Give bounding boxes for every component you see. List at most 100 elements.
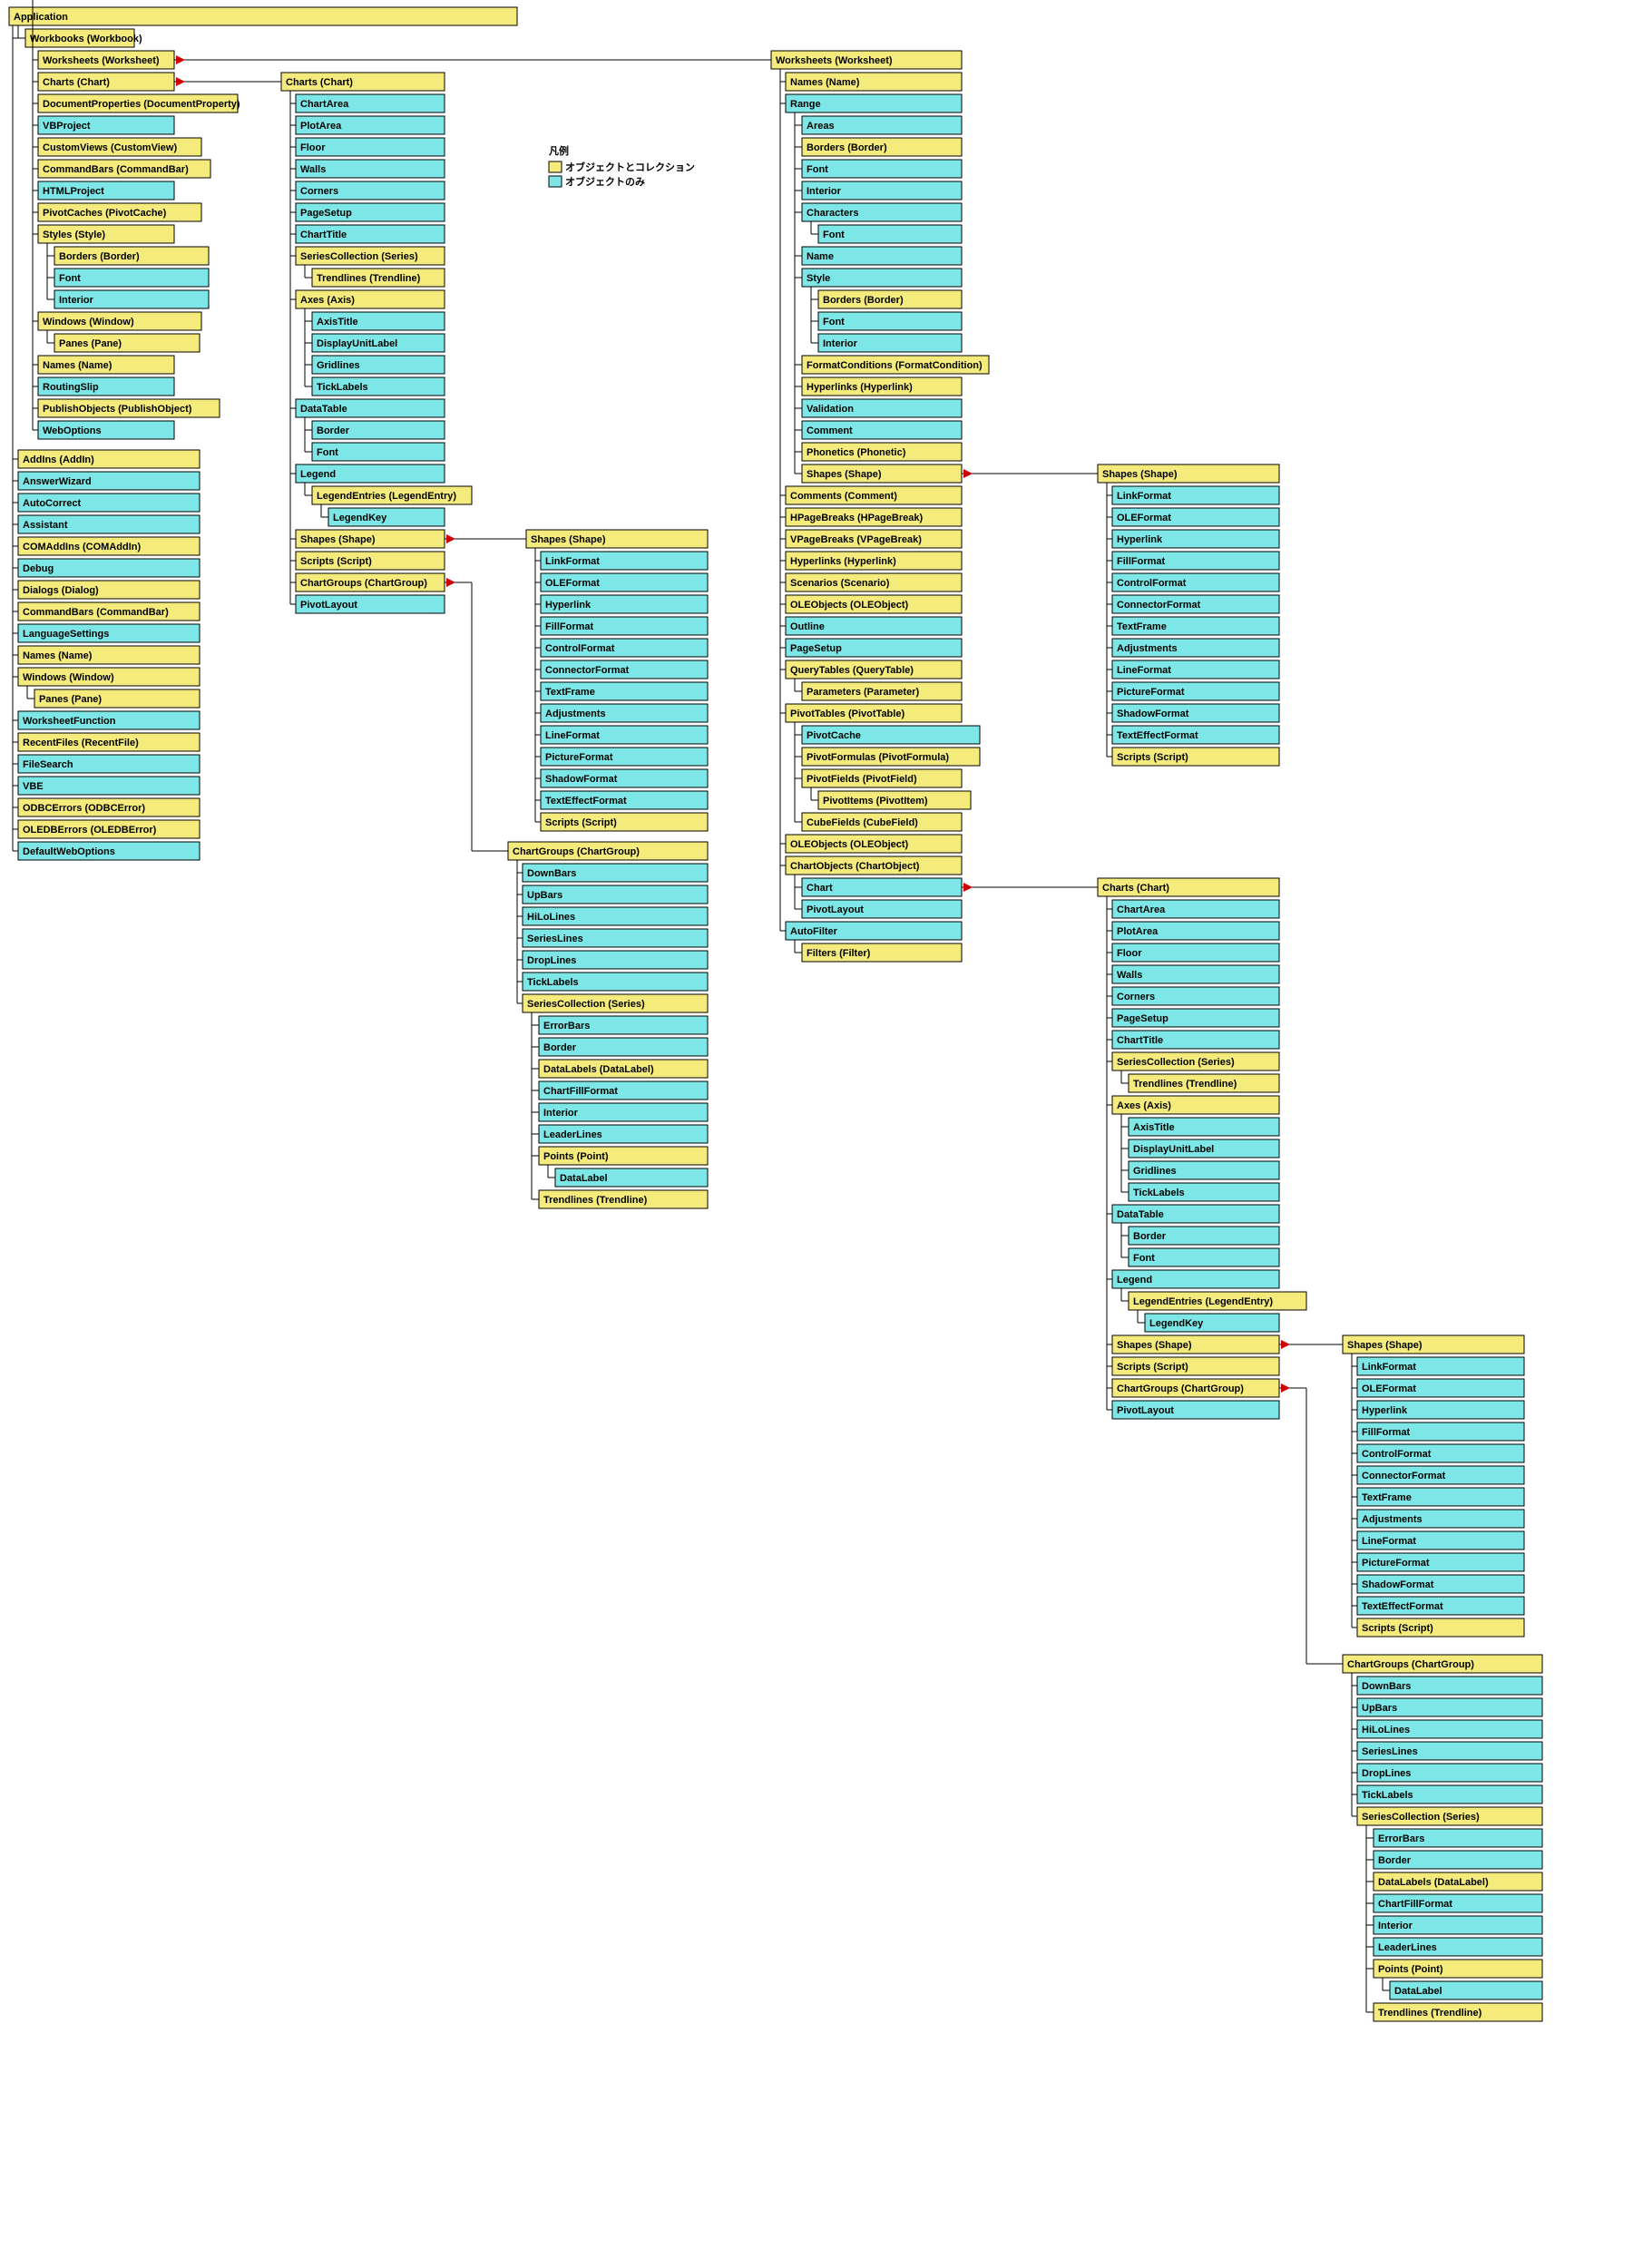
node: Interior (54, 290, 209, 308)
svg-text:DisplayUnitLabel: DisplayUnitLabel (317, 338, 397, 349)
svg-text:ChartObjects (ChartObject): ChartObjects (ChartObject) (790, 861, 920, 872)
node: ConnectorFormat (541, 660, 708, 679)
svg-text:PivotCache: PivotCache (807, 730, 861, 741)
node: Font (54, 269, 209, 287)
svg-text:オブジェクトとコレクション: オブジェクトとコレクション (565, 161, 695, 173)
node: TickLabels (1357, 1785, 1542, 1804)
node: Names (Name) (18, 646, 200, 664)
node: VPageBreaks (VPageBreak) (786, 530, 962, 548)
svg-text:Corners: Corners (300, 186, 338, 197)
node: Borders (Border) (818, 290, 962, 308)
svg-text:PictureFormat: PictureFormat (1362, 1558, 1430, 1569)
node: FileSearch (18, 755, 200, 773)
node: ConnectorFormat (1112, 595, 1279, 613)
node: Trendlines (Trendline) (1129, 1074, 1279, 1092)
node: Debug (18, 559, 200, 577)
svg-text:CustomViews (CustomView): CustomViews (CustomView) (43, 142, 177, 153)
svg-text:Floor: Floor (300, 142, 326, 153)
svg-text:ShadowFormat: ShadowFormat (1362, 1579, 1434, 1590)
shapes-root-3: Shapes (Shape) (1343, 1335, 1524, 1354)
svg-text:Charts (Chart): Charts (Chart) (286, 77, 353, 88)
node: PageSetup (296, 203, 445, 221)
node: Scripts (Script) (1357, 1618, 1524, 1637)
svg-text:Chart: Chart (807, 883, 833, 894)
svg-text:ChartGroups (ChartGroup): ChartGroups (ChartGroup) (300, 578, 427, 589)
svg-text:Hyperlinks (Hyperlink): Hyperlinks (Hyperlink) (790, 556, 896, 567)
svg-text:LegendKey: LegendKey (1149, 1318, 1204, 1329)
svg-text:Shapes (Shape): Shapes (Shape) (807, 469, 882, 480)
svg-text:Hyperlink: Hyperlink (545, 600, 592, 611)
node: VBProject (38, 116, 174, 134)
node: HiLoLines (523, 907, 708, 925)
svg-text:ConnectorFormat: ConnectorFormat (545, 665, 630, 676)
legend: 凡例オブジェクトとコレクションオブジェクトのみ (549, 144, 695, 188)
svg-text:Application: Application (14, 12, 68, 23)
svg-text:ShadowFormat: ShadowFormat (1117, 709, 1189, 719)
svg-text:PivotTables (PivotTable): PivotTables (PivotTable) (790, 709, 905, 719)
node: ChartGroups (ChartGroup) (1112, 1379, 1279, 1397)
svg-text:Scenarios (Scenario): Scenarios (Scenario) (790, 578, 890, 589)
node: TextFrame (1112, 617, 1279, 635)
svg-text:ControlFormat: ControlFormat (1362, 1449, 1432, 1460)
node: FillFormat (1357, 1422, 1524, 1441)
svg-text:Names (Name): Names (Name) (23, 650, 93, 661)
svg-text:LeaderLines: LeaderLines (1378, 1942, 1437, 1953)
svg-text:Filters (Filter): Filters (Filter) (807, 948, 871, 959)
node: ChartObjects (ChartObject) (786, 856, 962, 875)
node: Names (Name) (786, 73, 962, 91)
svg-text:Worksheets (Worksheet): Worksheets (Worksheet) (776, 55, 893, 66)
node: OLEFormat (1112, 508, 1279, 526)
node: TickLabels (1129, 1183, 1279, 1201)
node: ErrorBars (1374, 1829, 1542, 1847)
svg-text:Phonetics (Phonetic): Phonetics (Phonetic) (807, 447, 906, 458)
node: Font (312, 443, 445, 461)
svg-text:Hyperlink: Hyperlink (1117, 534, 1163, 545)
svg-text:ConnectorFormat: ConnectorFormat (1117, 600, 1201, 611)
node: Border (1129, 1227, 1279, 1245)
svg-text:LegendKey: LegendKey (333, 513, 387, 523)
node: Corners (296, 181, 445, 200)
node: Style (802, 269, 962, 287)
node: DataTable (296, 399, 445, 417)
svg-text:Shapes (Shape): Shapes (Shape) (1102, 469, 1178, 480)
svg-text:WorksheetFunction: WorksheetFunction (23, 716, 116, 727)
svg-text:TextEffectFormat: TextEffectFormat (1362, 1601, 1443, 1612)
node: TextEffectFormat (541, 791, 708, 809)
svg-text:LeaderLines: LeaderLines (543, 1129, 602, 1140)
svg-text:LinkFormat: LinkFormat (1117, 491, 1171, 502)
svg-text:PictureFormat: PictureFormat (545, 752, 613, 763)
node: PlotArea (296, 116, 445, 134)
svg-text:DocumentProperties (DocumentPr: DocumentProperties (DocumentProperty) (43, 99, 240, 110)
node: DataTable (1112, 1205, 1279, 1223)
svg-text:Name: Name (807, 251, 834, 262)
node: Scripts (Script) (1112, 748, 1279, 766)
node: PivotLayout (802, 900, 962, 918)
svg-text:Border: Border (317, 425, 350, 436)
node: Windows (Window) (18, 668, 200, 686)
svg-text:SeriesCollection (Series): SeriesCollection (Series) (1117, 1057, 1235, 1068)
svg-text:LegendEntries (LegendEntry): LegendEntries (LegendEntry) (1133, 1296, 1273, 1307)
node: LinkFormat (1112, 486, 1279, 504)
svg-text:OLEFormat: OLEFormat (545, 578, 600, 589)
node: OLEFormat (1357, 1379, 1524, 1397)
node: Chart (802, 878, 962, 896)
node: LanguageSettings (18, 624, 200, 642)
svg-text:LineFormat: LineFormat (1117, 665, 1171, 676)
node: AutoFilter (786, 922, 962, 940)
node: CustomViews (CustomView) (38, 138, 201, 156)
svg-text:RecentFiles (RecentFile): RecentFiles (RecentFile) (23, 738, 139, 748)
node: Areas (802, 116, 962, 134)
node: OLEObjects (OLEObject) (786, 835, 962, 853)
node: LineFormat (1357, 1531, 1524, 1549)
node: LegendKey (1145, 1314, 1279, 1332)
node: PictureFormat (1112, 682, 1279, 700)
node: Assistant (18, 515, 200, 533)
node: Gridlines (1129, 1161, 1279, 1179)
svg-text:FileSearch: FileSearch (23, 759, 73, 770)
svg-text:CubeFields (CubeField): CubeFields (CubeField) (807, 817, 918, 828)
node: AxisTitle (312, 312, 445, 330)
svg-text:AxisTitle: AxisTitle (317, 317, 358, 327)
svg-text:Charts (Chart): Charts (Chart) (43, 77, 110, 88)
svg-text:Font: Font (807, 164, 828, 175)
node: Trendlines (Trendline) (539, 1190, 708, 1208)
